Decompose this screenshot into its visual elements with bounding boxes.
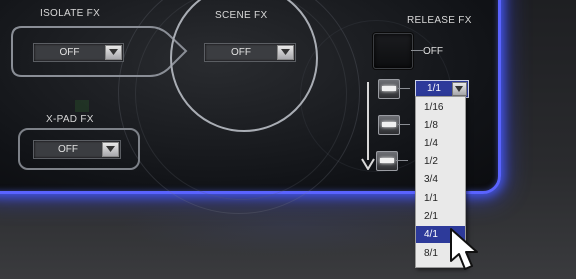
- dropdown-option[interactable]: 1/16: [416, 99, 465, 116]
- scene-fx-value: OFF: [231, 47, 251, 58]
- dropdown-option[interactable]: 1/1: [416, 190, 465, 207]
- xpad-fx-value: OFF: [58, 144, 78, 155]
- divider: [398, 124, 410, 125]
- release-fx-button[interactable]: [373, 33, 413, 69]
- dropdown-option[interactable]: 1/2: [416, 153, 465, 170]
- decorative-led: [75, 100, 89, 112]
- release-beat-button[interactable]: [378, 115, 400, 135]
- chevron-down-icon[interactable]: [105, 45, 122, 60]
- dropdown-option[interactable]: 1/8: [416, 117, 465, 134]
- release-beat-button[interactable]: [378, 79, 400, 99]
- chevron-down-icon[interactable]: [452, 82, 467, 96]
- dropdown-option[interactable]: 1/4: [416, 135, 465, 152]
- isolate-fx-select[interactable]: OFF: [33, 43, 124, 62]
- isolate-fx-value: OFF: [59, 47, 80, 58]
- arrow-down-icon: [361, 158, 375, 170]
- divider: [398, 88, 410, 89]
- dropdown-option[interactable]: 2/1: [416, 208, 465, 225]
- chevron-down-icon[interactable]: [102, 142, 119, 157]
- dropdown-option[interactable]: 3/4: [416, 171, 465, 188]
- release-fx-selected-value: 1/1: [427, 83, 441, 94]
- scene-fx-label: SCENE FX: [215, 10, 268, 21]
- xpad-fx-select[interactable]: OFF: [33, 140, 121, 159]
- release-fx-state: OFF: [423, 46, 443, 57]
- chevron-down-icon[interactable]: [277, 45, 294, 60]
- scene-fx-select[interactable]: OFF: [204, 43, 296, 62]
- divider: [411, 50, 423, 51]
- down-arrow-line: [367, 82, 369, 160]
- release-fx-label: RELEASE FX: [407, 15, 472, 26]
- release-beat-button[interactable]: [376, 151, 398, 171]
- mouse-pointer-icon: [450, 228, 478, 270]
- divider: [396, 160, 408, 161]
- xpad-fx-label: X-PAD FX: [46, 114, 94, 125]
- panel-reflection: [120, 195, 460, 255]
- isolate-fx-label: ISOLATE FX: [40, 8, 101, 19]
